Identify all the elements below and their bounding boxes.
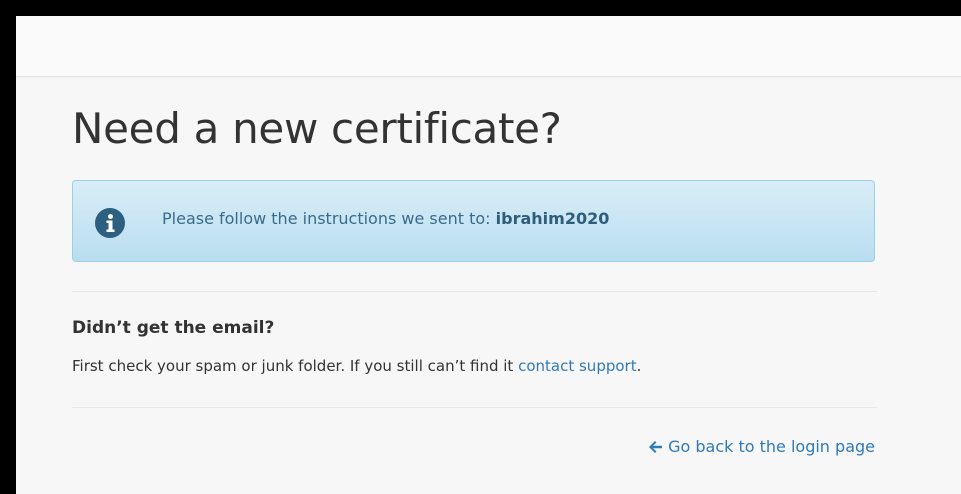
divider (72, 291, 877, 292)
alert-message: Please follow the instructions we sent t… (162, 209, 609, 228)
contact-support-link[interactable]: contact support (518, 357, 637, 375)
back-to-login-link[interactable]: Go back to the login page (648, 437, 875, 456)
alert-recipient: ibrahim2020 (495, 209, 610, 228)
page-title: Need a new certificate? (72, 104, 562, 153)
arrow-left-icon (649, 440, 663, 453)
window-frame: Need a new certificate? Please follow th… (8, 8, 961, 494)
page: Need a new certificate? Please follow th… (16, 16, 961, 494)
alert-message-text: Please follow the instructions we sent t… (162, 209, 491, 228)
info-alert: Please follow the instructions we sent t… (72, 180, 875, 262)
back-to-login-label: Go back to the login page (668, 437, 875, 456)
help-text: First check your spam or junk folder. If… (72, 357, 641, 375)
help-text-trailing: . (636, 357, 642, 375)
help-text-body: First check your spam or junk folder. If… (72, 357, 514, 375)
divider (72, 407, 877, 408)
info-circle-icon (95, 208, 125, 238)
top-navbar (16, 16, 961, 77)
help-heading: Didn’t get the email? (72, 318, 275, 338)
